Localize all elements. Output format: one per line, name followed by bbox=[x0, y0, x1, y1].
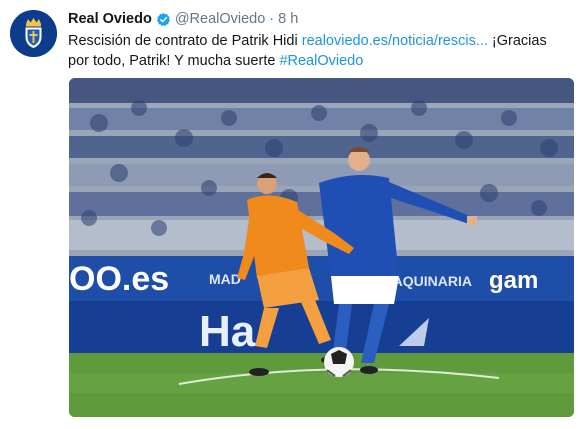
football-match-photo: OO.es MAD MAQUINARIA gam Ha bbox=[69, 78, 574, 417]
user-handle[interactable]: @RealOviedo bbox=[175, 11, 265, 27]
ad-text: OO.es bbox=[69, 260, 169, 298]
real-oviedo-crest-icon bbox=[10, 10, 57, 57]
ad-text: gam bbox=[489, 267, 538, 294]
hashtag-link[interactable]: #RealOviedo bbox=[279, 53, 363, 69]
tweet: Real Oviedo @RealOviedo · 8 h Rescisión … bbox=[0, 0, 582, 429]
avatar[interactable] bbox=[10, 10, 57, 57]
display-name[interactable]: Real Oviedo bbox=[68, 11, 152, 27]
tweet-timestamp[interactable]: 8 h bbox=[278, 11, 298, 27]
verified-badge-icon bbox=[156, 12, 171, 27]
ad-text: MAD bbox=[209, 271, 241, 287]
tweet-link[interactable]: realoviedo.es/noticia/rescis... bbox=[302, 33, 488, 49]
tweet-header: Real Oviedo @RealOviedo · 8 h bbox=[68, 9, 298, 29]
tweet-text: Rescisión de contrato de Patrik Hidi rea… bbox=[68, 31, 568, 71]
tweet-text-part: Rescisión de contrato de Patrik Hidi bbox=[68, 33, 302, 49]
football-icon bbox=[324, 347, 354, 377]
tweet-photo[interactable]: OO.es MAD MAQUINARIA gam Ha bbox=[69, 78, 574, 417]
ad-text: Ha bbox=[199, 307, 256, 356]
separator-dot: · bbox=[269, 11, 275, 27]
